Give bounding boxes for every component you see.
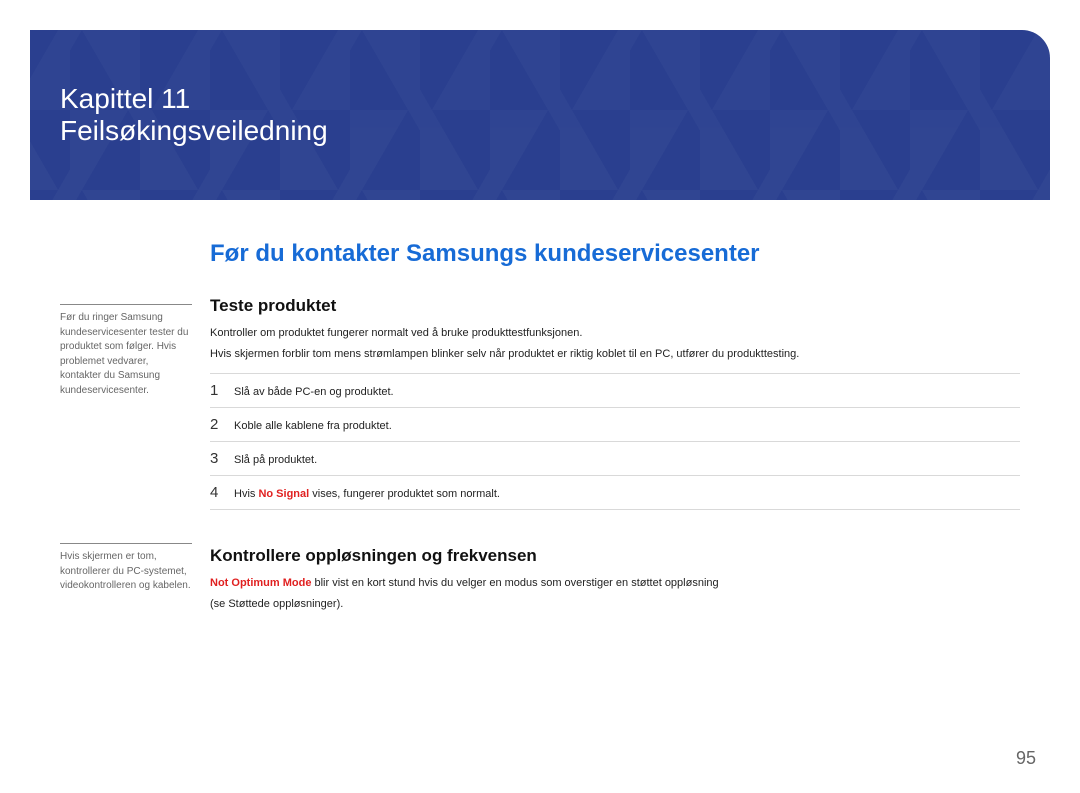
step-number: 2 (210, 416, 234, 433)
sidebar-note-bottom: Hvis skjermen er tom, kontrollerer du PC… (60, 543, 192, 594)
note-text: Hvis skjermen er tom, kontrollerer du PC… (60, 550, 192, 594)
step-row: 3 Slå på produktet. (210, 442, 1020, 476)
chapter-banner: Kapittel 11 Feilsøkingsveiledning (30, 30, 1050, 200)
step-number: 3 (210, 450, 234, 467)
step-text: Koble alle kablene fra produktet. (234, 420, 392, 432)
chapter-label: Kapittel 11 (60, 83, 1050, 115)
sidebar-notes: Før du ringer Samsung kundeservicesenter… (0, 240, 210, 619)
step-row: 1 Slå av både PC-en og produktet. (210, 373, 1020, 408)
step-suffix: vises, fungerer produktet som normalt. (309, 488, 500, 500)
sub2-body2: (se Støttede oppløsninger). (210, 597, 1020, 612)
sub1-heading: Teste produktet (210, 296, 1020, 316)
page-number: 95 (1016, 748, 1036, 769)
chapter-title: Feilsøkingsveiledning (60, 115, 1050, 147)
step-text: Hvis No Signal vises, fungerer produktet… (234, 488, 500, 500)
sub2-heading: Kontrollere oppløsningen og frekvensen (210, 546, 1020, 566)
step-text: Slå på produktet. (234, 454, 317, 466)
sub1-p1: Kontroller om produktet fungerer normalt… (210, 326, 1020, 341)
section-title: Før du kontakter Samsungs kundeservicese… (210, 240, 1020, 268)
document-page: Kapittel 11 Feilsøkingsveiledning Før du… (0, 30, 1080, 793)
sub2-body-cont: blir vist en kort stund hvis du velger e… (311, 577, 718, 589)
divider (60, 543, 192, 544)
step-prefix: Hvis (234, 488, 258, 500)
divider (60, 304, 192, 305)
step-number: 1 (210, 382, 234, 399)
sub2-body: Not Optimum Mode blir vist en kort stund… (210, 576, 1020, 591)
step-row: 2 Koble alle kablene fra produktet. (210, 408, 1020, 442)
step-row: 4 Hvis No Signal vises, fungerer produkt… (210, 476, 1020, 510)
content-area: Før du ringer Samsung kundeservicesenter… (0, 240, 1080, 619)
step-list: 1 Slå av både PC-en og produktet. 2 Kobl… (210, 373, 1020, 510)
step-text: Slå av både PC-en og produktet. (234, 386, 394, 398)
sub2-bold: Not Optimum Mode (210, 577, 311, 589)
sub1-p2: Hvis skjermen forblir tom mens strømlamp… (210, 347, 1020, 362)
step-number: 4 (210, 484, 234, 501)
note-text: Før du ringer Samsung kundeservicesenter… (60, 311, 192, 398)
main-content: Før du kontakter Samsungs kundeservicese… (210, 240, 1080, 619)
sidebar-note-top: Før du ringer Samsung kundeservicesenter… (60, 304, 192, 398)
step-bold: No Signal (258, 488, 309, 500)
